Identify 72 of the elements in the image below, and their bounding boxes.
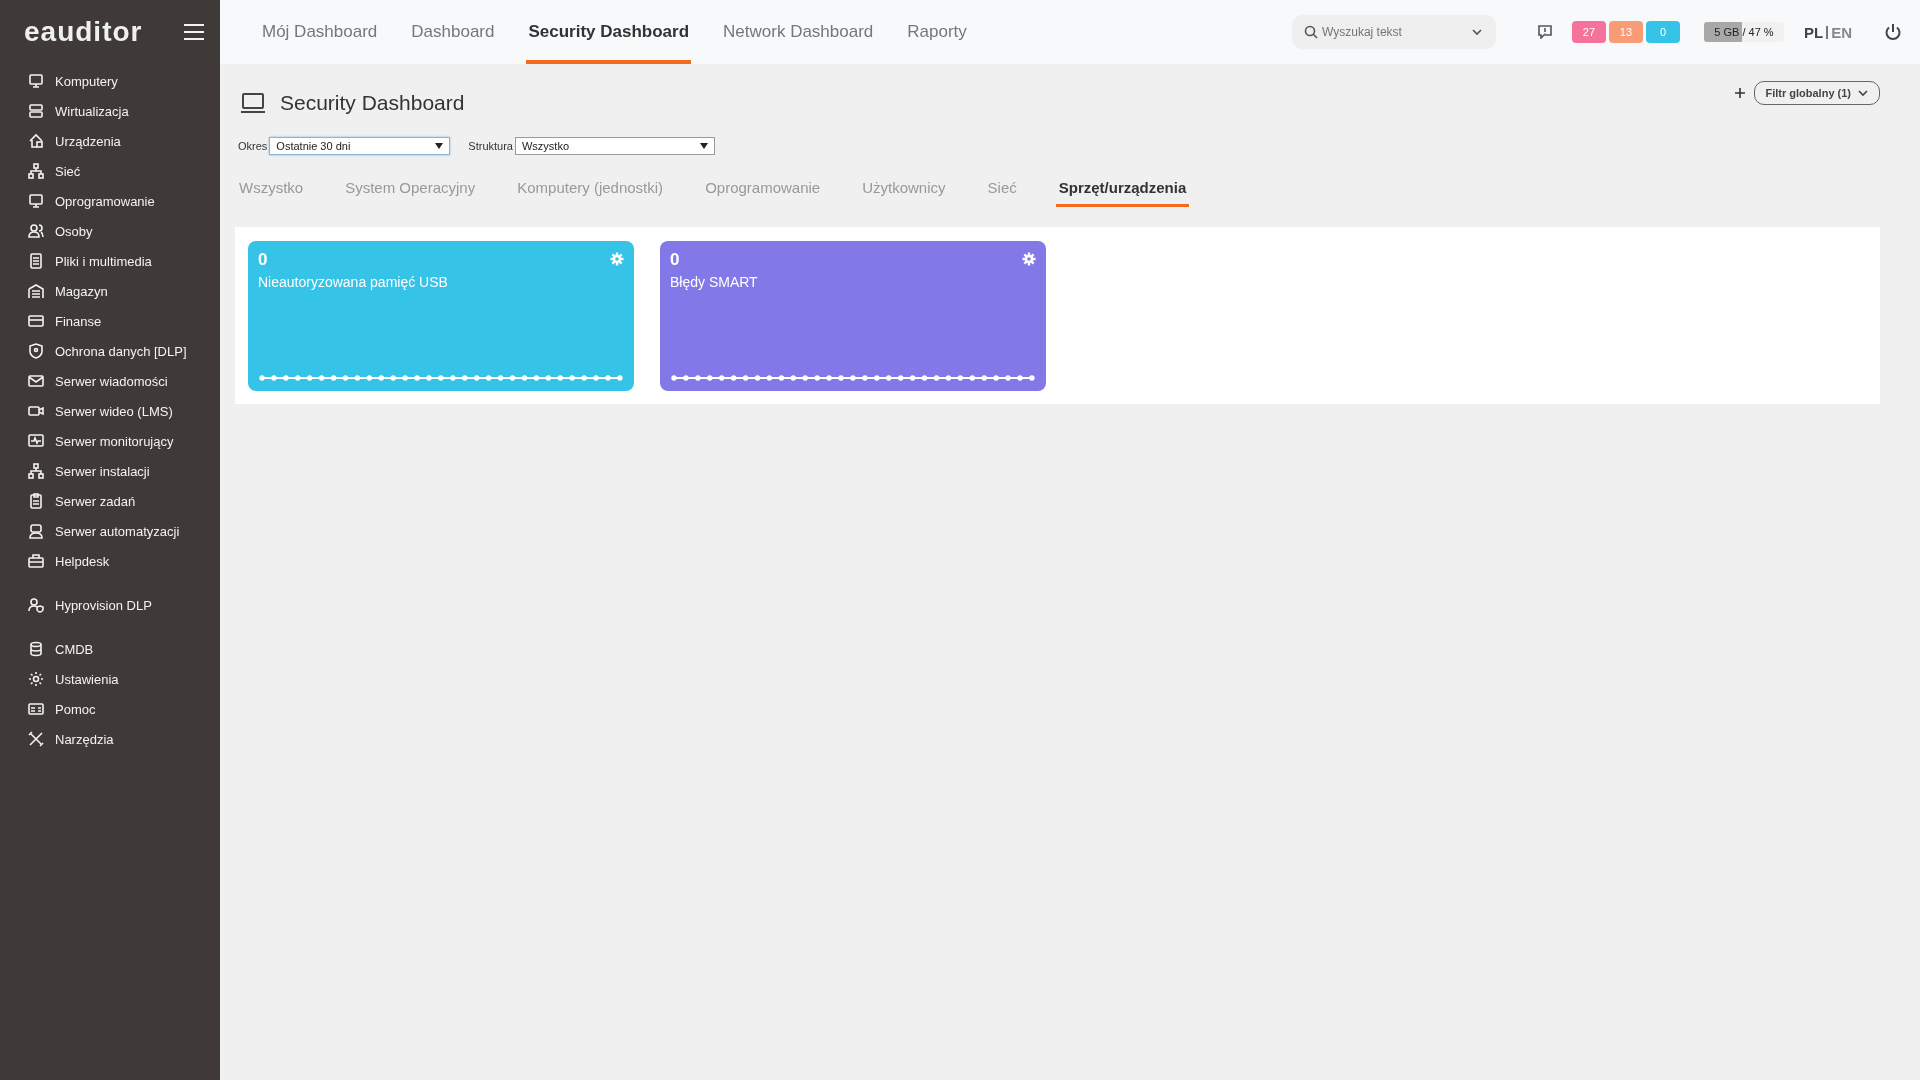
people-icon xyxy=(28,223,44,239)
server-icon xyxy=(28,103,44,119)
page-title: Security Dashboard xyxy=(280,91,465,115)
document-icon xyxy=(28,253,44,269)
nav-tab[interactable]: Mój Dashboard xyxy=(260,4,380,64)
sidebar-item[interactable]: Serwer monitorujący xyxy=(0,426,220,456)
global-filter-button[interactable]: Filtr globalny (1) xyxy=(1754,81,1880,105)
language-link[interactable]: PL xyxy=(1804,23,1824,41)
search-field[interactable]: Wyszukaj tekst xyxy=(1292,15,1496,49)
sidebar-item[interactable]: Osoby xyxy=(0,216,220,246)
sidebar-item[interactable]: Oprogramowanie xyxy=(0,186,220,216)
section-tab[interactable]: Sprzęt/urządzenia xyxy=(1055,173,1190,207)
sidebar-item[interactable]: Magazyn xyxy=(0,276,220,306)
sidebar-item[interactable]: Serwer instalacji xyxy=(0,456,220,486)
sidebar-item[interactable]: Serwer automatyzacji xyxy=(0,516,220,546)
widget-title: Nieautoryzowana pamięć USB xyxy=(258,274,448,290)
nav-tab[interactable]: Raporty xyxy=(905,4,969,64)
monitor-icon xyxy=(28,73,44,89)
warehouse-icon xyxy=(28,283,44,299)
sidebar-item[interactable]: Finanse xyxy=(0,306,220,336)
filter-label: Okres xyxy=(238,140,268,152)
card-icon xyxy=(28,313,44,329)
sidebar-item[interactable]: Ustawienia xyxy=(0,664,220,694)
shield-icon xyxy=(28,343,44,359)
widget-value: 0 xyxy=(670,250,681,270)
sidebar-item[interactable]: Serwer wiadomości xyxy=(0,366,220,396)
monitor-icon xyxy=(28,193,44,209)
sidebar-item[interactable]: Pomoc xyxy=(0,694,220,724)
user-shield-icon xyxy=(28,597,44,613)
video-camera-icon xyxy=(28,403,44,419)
sidebar-item[interactable]: Wirtualizacja xyxy=(0,96,220,126)
laptop-icon xyxy=(240,92,266,114)
dropdown-triangle-icon xyxy=(435,143,444,149)
filter-select[interactable]: Ostatnie 30 dni xyxy=(269,137,451,155)
toolbox-icon xyxy=(28,553,44,569)
chevron-down-icon xyxy=(1857,87,1869,99)
power-icon[interactable] xyxy=(1884,23,1902,41)
search-icon xyxy=(1304,25,1318,39)
sidebar-item[interactable]: Pliki i multimedia xyxy=(0,246,220,276)
sidebar-item[interactable]: Ochrona danych [DLP] xyxy=(0,336,220,366)
menu-icon[interactable] xyxy=(183,23,205,41)
nav-tab[interactable]: Security Dashboard xyxy=(526,4,692,64)
language-divider xyxy=(1826,25,1829,39)
widget-value: 0 xyxy=(258,250,269,270)
logo[interactable]: eauditor xyxy=(24,16,143,48)
sidebar-item[interactable]: Komputery xyxy=(0,66,220,96)
widget-card[interactable]: 0 Błędy SMART xyxy=(660,241,1046,391)
house-device-icon xyxy=(28,133,44,149)
widget-title: Błędy SMART xyxy=(670,274,758,290)
database-icon xyxy=(28,641,44,657)
nav-tab[interactable]: Dashboard xyxy=(409,4,497,64)
filter-label: Struktura xyxy=(468,140,513,152)
nav-tab[interactable]: Network Dashboard xyxy=(721,4,876,64)
pulse-monitor-icon xyxy=(28,433,44,449)
sidebar-item[interactable]: Hyprovision DLP xyxy=(0,590,220,620)
network-icon xyxy=(28,163,44,179)
sidebar-item[interactable]: Sieć xyxy=(0,156,220,186)
sidebar-item[interactable]: Serwer wideo (LMS) xyxy=(0,396,220,426)
clipboard-icon xyxy=(28,493,44,509)
filter-select[interactable]: Wszystko xyxy=(515,137,715,155)
sidebar-item[interactable]: Narzędzia xyxy=(0,724,220,754)
sidebar-item[interactable]: CMDB xyxy=(0,634,220,664)
dropdown-triangle-icon xyxy=(700,143,708,149)
sidebar-item[interactable]: Helpdesk xyxy=(0,546,220,576)
id-card-icon xyxy=(28,701,44,717)
sidebar-item[interactable]: Serwer zadań xyxy=(0,486,220,516)
network-icon xyxy=(28,463,44,479)
storage-text: 5 GB / 47 % xyxy=(1713,25,1775,40)
message-alert-icon[interactable] xyxy=(1538,25,1552,39)
envelope-icon xyxy=(28,373,44,389)
sidebar-item[interactable]: Urządzenia xyxy=(0,126,220,156)
plus-icon[interactable] xyxy=(1734,87,1747,99)
